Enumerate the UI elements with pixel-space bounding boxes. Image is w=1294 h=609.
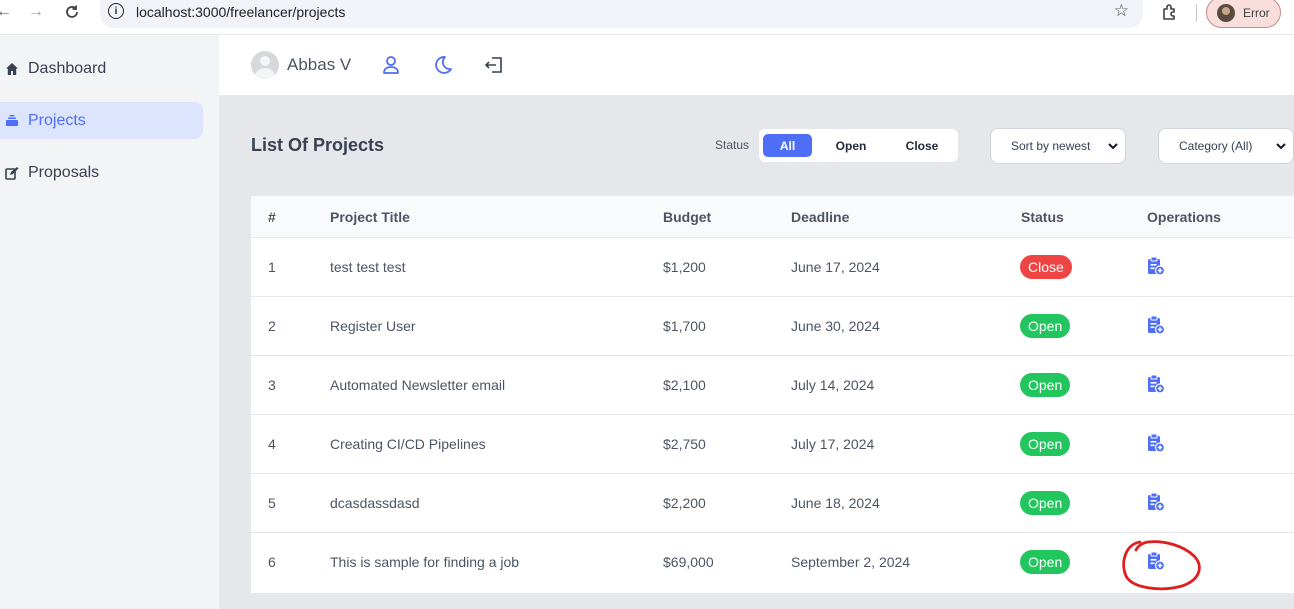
profile-status-label: Error <box>1243 5 1270 20</box>
toolbar-divider <box>1196 4 1197 22</box>
status-badge: Close <box>1020 255 1072 279</box>
status-filter-open[interactable]: Open <box>823 134 879 157</box>
address-bar[interactable]: i localhost:3000/freelancer/projects ☆ <box>100 0 1143 28</box>
url-text[interactable]: localhost:3000/freelancer/projects <box>136 4 345 20</box>
forward-icon[interactable]: → <box>26 2 46 22</box>
view-proposals-icon[interactable] <box>1147 315 1166 335</box>
project-title: Creating CI/CD Pipelines <box>330 436 486 452</box>
column-header-title: Project Title <box>330 209 410 225</box>
profile-avatar <box>1217 3 1235 22</box>
view-proposals-icon[interactable] <box>1147 433 1166 453</box>
project-budget: $1,700 <box>663 318 706 334</box>
site-info-icon[interactable]: i <box>108 3 124 19</box>
moon-icon[interactable] <box>432 54 454 76</box>
project-deadline: June 17, 2024 <box>791 259 880 275</box>
column-header-deadline: Deadline <box>791 209 850 225</box>
table-row: 4 Creating CI/CD Pipelines $2,750 July 1… <box>251 415 1294 474</box>
row-number: 6 <box>268 554 276 570</box>
project-deadline: July 17, 2024 <box>791 436 875 452</box>
page-title: List Of Projects <box>251 135 385 155</box>
table-row: 2 Register User $1,700 June 30, 2024 Ope… <box>251 297 1294 356</box>
reload-icon[interactable] <box>62 2 82 22</box>
project-title: Automated Newsletter email <box>330 377 506 393</box>
sidebar-item-dashboard[interactable]: Dashboard <box>0 50 203 87</box>
column-header-number: # <box>268 209 276 225</box>
view-proposals-icon[interactable] <box>1147 256 1166 276</box>
table-row: 6 This is sample for finding a job $69,0… <box>251 533 1294 592</box>
profile-button[interactable]: Error <box>1206 0 1281 28</box>
logout-icon[interactable] <box>483 54 505 76</box>
projects-table: # Project Title Budget Deadline Status O… <box>251 196 1294 593</box>
view-proposals-icon[interactable] <box>1147 374 1166 394</box>
table-row: 1 test test test $1,200 June 17, 2024 Cl… <box>251 238 1294 297</box>
user-name: Abbas V <box>287 55 352 74</box>
status-badge: Open <box>1020 432 1071 456</box>
project-budget: $1,200 <box>663 259 706 275</box>
project-budget: $69,000 <box>663 554 714 570</box>
column-header-status: Status <box>1021 209 1064 225</box>
chevron-down-icon <box>1108 143 1118 150</box>
status-filter: All Open Close <box>759 129 958 162</box>
row-number: 3 <box>268 377 276 393</box>
sidebar-item-label: Projects <box>28 111 86 129</box>
sidebar: Dashboard Projects Proposals <box>0 35 219 609</box>
row-number: 1 <box>268 259 276 275</box>
project-deadline: September 2, 2024 <box>791 554 911 570</box>
row-number: 2 <box>268 318 276 334</box>
sort-select[interactable]: Sort by newest <box>990 128 1126 164</box>
status-badge: Open <box>1020 314 1071 338</box>
row-number: 5 <box>268 495 276 511</box>
project-deadline: June 18, 2024 <box>791 495 880 511</box>
top-header: Abbas V <box>219 35 1294 95</box>
avatar[interactable] <box>251 51 279 79</box>
table-row: 5 dcasdassdasd $2,200 June 18, 2024 Open <box>251 474 1294 533</box>
layers-icon <box>5 114 19 128</box>
project-budget: $2,100 <box>663 377 706 393</box>
user-profile-icon[interactable] <box>380 54 402 76</box>
status-filter-close[interactable]: Close <box>892 134 952 157</box>
project-budget: $2,750 <box>663 436 706 452</box>
project-budget: $2,200 <box>663 495 706 511</box>
status-badge: Open <box>1020 373 1071 397</box>
browser-toolbar: ← → i localhost:3000/freelancer/projects… <box>0 0 1294 35</box>
category-select[interactable]: Category (All) <box>1158 128 1294 164</box>
sidebar-item-projects[interactable]: Projects <box>0 102 203 139</box>
column-header-budget: Budget <box>663 209 712 225</box>
project-title: This is sample for finding a job <box>330 554 520 570</box>
sidebar-item-proposals[interactable]: Proposals <box>0 154 203 191</box>
sidebar-item-label: Proposals <box>28 163 100 181</box>
column-header-operations: Operations <box>1147 209 1221 225</box>
status-badge: Open <box>1020 491 1071 515</box>
row-number: 4 <box>268 436 276 452</box>
table-row: 3 Automated Newsletter email $2,100 July… <box>251 356 1294 415</box>
chevron-down-icon <box>1276 143 1286 150</box>
bookmark-star-icon[interactable]: ☆ <box>1114 1 1129 21</box>
project-title: Register User <box>330 318 416 334</box>
edit-icon <box>5 166 19 180</box>
view-proposals-icon[interactable] <box>1147 492 1166 512</box>
sort-select-value: Sort by newest <box>1011 139 1091 153</box>
table-header: # Project Title Budget Deadline Status O… <box>251 196 1294 238</box>
project-title: test test test <box>330 259 406 275</box>
category-select-value: Category (All) <box>1179 139 1253 153</box>
sidebar-item-label: Dashboard <box>28 59 107 77</box>
home-icon <box>5 62 19 76</box>
view-proposals-icon[interactable] <box>1147 551 1166 571</box>
project-deadline: June 30, 2024 <box>791 318 880 334</box>
project-deadline: July 14, 2024 <box>791 377 875 393</box>
status-badge: Open <box>1020 550 1071 574</box>
status-filter-label: Status <box>715 138 750 152</box>
project-title: dcasdassdasd <box>330 495 420 511</box>
status-filter-all[interactable]: All <box>763 134 812 157</box>
back-icon[interactable]: ← <box>0 2 14 22</box>
extensions-icon[interactable] <box>1160 2 1180 22</box>
